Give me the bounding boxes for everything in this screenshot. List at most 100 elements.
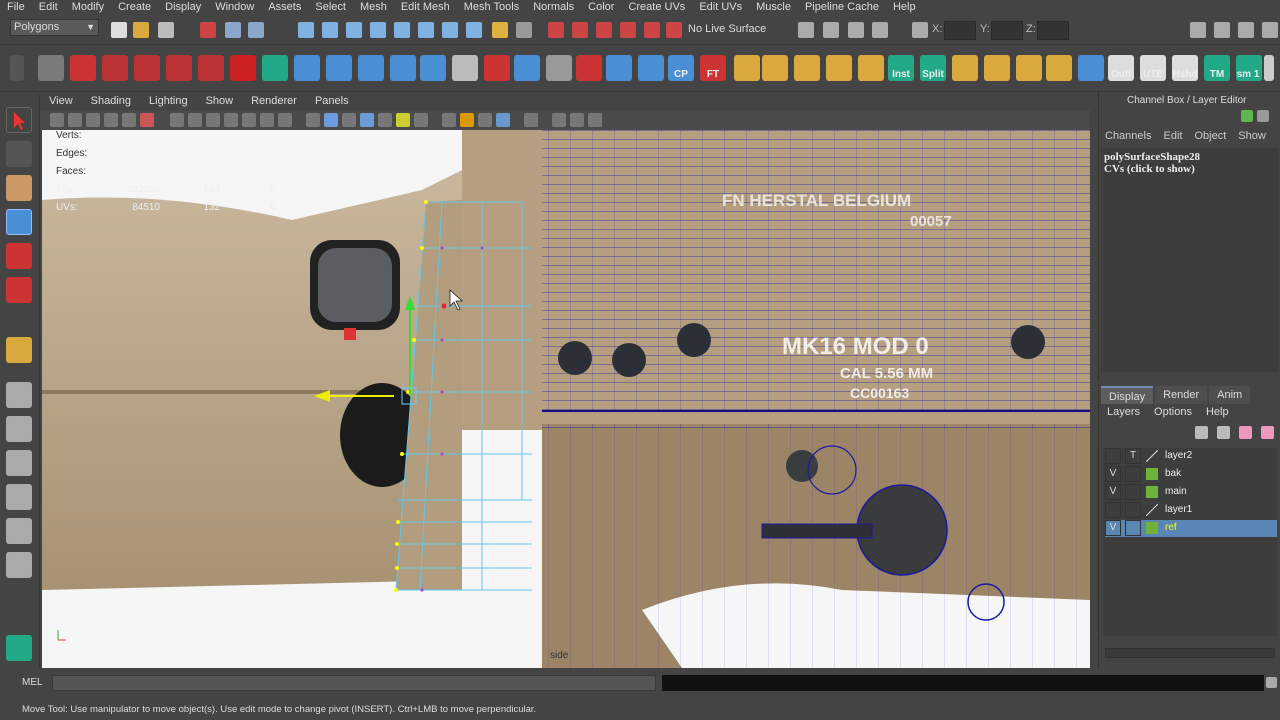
camera-attributes-icon[interactable] — [50, 113, 64, 127]
shelf-tool-23-icon[interactable] — [952, 55, 978, 81]
panel-menu-panels[interactable]: Panels — [306, 95, 358, 107]
shelf-tool-16-icon[interactable] — [606, 55, 632, 81]
shelf-tool-20-icon[interactable] — [794, 55, 820, 81]
attribute-editor-icon[interactable] — [1214, 22, 1230, 38]
panel-menu-shading[interactable]: Shading — [82, 95, 140, 107]
shelf-tool-27-icon[interactable] — [1078, 55, 1104, 81]
menu-display[interactable]: Display — [158, 0, 208, 15]
le-menu-options[interactable]: Options — [1154, 406, 1206, 418]
snap-view-plane-icon[interactable] — [370, 22, 386, 38]
textured-icon[interactable] — [360, 113, 374, 127]
absolute-mode-icon[interactable] — [872, 22, 888, 38]
shelf-tool-2-icon[interactable] — [134, 55, 160, 81]
y-field[interactable] — [991, 21, 1023, 40]
menu-edit[interactable]: Edit — [32, 0, 65, 15]
share-icon[interactable] — [588, 113, 602, 127]
panel-menu-view[interactable]: View — [40, 95, 82, 107]
script-editor-icon[interactable] — [1266, 677, 1277, 688]
new-layer-selected-icon[interactable] — [1261, 426, 1274, 439]
select-object-icon[interactable] — [225, 22, 241, 38]
render-current-icon[interactable] — [548, 22, 564, 38]
make-live-icon[interactable] — [394, 22, 410, 38]
shelf-tool-26-icon[interactable] — [1046, 55, 1072, 81]
shelf-scroll-icon[interactable] — [1264, 55, 1274, 81]
render-globals-icon[interactable] — [644, 22, 660, 38]
render-view-icon[interactable] — [516, 22, 532, 38]
layer-color-swatch[interactable] — [1146, 486, 1158, 498]
cb-menu-channels[interactable]: Channels — [1099, 130, 1157, 142]
highlight-icon[interactable] — [524, 113, 538, 127]
layer-color-swatch[interactable] — [1146, 522, 1158, 534]
shelf-tool-9-icon[interactable] — [390, 55, 416, 81]
ipr-render-icon[interactable] — [572, 22, 588, 38]
viewport-side[interactable]: FN HERSTAL BELGIUM 00057 MK16 MOD 0 CAL … — [42, 130, 1090, 668]
open-scene-icon[interactable] — [133, 22, 149, 38]
safe-action-icon[interactable] — [260, 113, 274, 127]
settings-icon[interactable] — [1257, 110, 1269, 122]
le-menu-layers[interactable]: Layers — [1107, 406, 1154, 418]
shelf-tool-14-icon[interactable] — [546, 55, 572, 81]
resolution-gate-icon[interactable] — [206, 113, 220, 127]
move-layer-down-icon[interactable] — [1217, 426, 1230, 439]
layer-row[interactable]: V main — [1105, 484, 1277, 501]
shelf-tool-8-icon[interactable] — [358, 55, 384, 81]
layer-visibility-toggle[interactable] — [1105, 448, 1121, 464]
layer-row[interactable]: V bak — [1105, 466, 1277, 483]
film-gate-icon[interactable] — [188, 113, 202, 127]
shelf-tool-18-icon[interactable] — [734, 55, 760, 81]
sphere-icon[interactable] — [294, 55, 320, 81]
shelf-tool-5-icon[interactable] — [230, 55, 256, 81]
ssao-icon[interactable] — [414, 113, 428, 127]
lasso-tool-icon[interactable] — [6, 141, 32, 167]
shelf-tool-4-icon[interactable] — [198, 55, 224, 81]
shelf-tool-22-icon[interactable] — [858, 55, 884, 81]
relative-mode-icon[interactable] — [848, 22, 864, 38]
input-ops-icon[interactable] — [418, 22, 434, 38]
menu-window[interactable]: Window — [208, 0, 261, 15]
layer-visibility-toggle[interactable]: V — [1105, 466, 1121, 482]
x-field[interactable] — [944, 21, 976, 40]
move-layer-up-icon[interactable] — [1195, 426, 1208, 439]
layout-outliner-icon[interactable] — [6, 450, 32, 476]
field-chart-icon[interactable] — [242, 113, 256, 127]
construction-history-icon[interactable] — [466, 22, 482, 38]
mode-select[interactable]: Polygons ▼ — [10, 19, 99, 36]
layer-horizontal-scrollbar[interactable] — [1105, 648, 1275, 658]
mel-label[interactable]: MEL — [22, 677, 43, 688]
shelf-tool-13-icon[interactable] — [514, 55, 540, 81]
safe-title-icon[interactable] — [278, 113, 292, 127]
shelf-tool-11-icon[interactable] — [452, 55, 478, 81]
layer-display-type-toggle[interactable] — [1125, 466, 1141, 482]
snap-grid-icon[interactable] — [298, 22, 314, 38]
menu-select[interactable]: Select — [308, 0, 353, 15]
gear-icon[interactable] — [38, 55, 64, 81]
panel-menu-show[interactable]: Show — [197, 95, 243, 107]
wireframe-icon[interactable] — [306, 113, 320, 127]
render-settings-icon[interactable] — [596, 22, 612, 38]
layer-visibility-toggle[interactable] — [1105, 502, 1121, 518]
layer-visibility-toggle[interactable]: V — [1105, 520, 1121, 536]
layer-display-type-toggle[interactable] — [1125, 502, 1141, 518]
frame-all-icon[interactable] — [570, 113, 584, 127]
tab-render[interactable]: Render — [1155, 386, 1208, 404]
panel-menu-lighting[interactable]: Lighting — [140, 95, 197, 107]
menu-file[interactable]: File — [0, 0, 32, 15]
channel-box-icon[interactable] — [1262, 22, 1278, 38]
cb-menu-edit[interactable]: Edit — [1157, 130, 1188, 142]
layer-display-type-toggle[interactable] — [1125, 484, 1141, 500]
xray-icon[interactable] — [442, 113, 456, 127]
2d-pan-icon[interactable] — [104, 113, 118, 127]
camera-lock-icon[interactable] — [552, 113, 566, 127]
layout-uv-icon[interactable] — [6, 552, 32, 578]
rotate-tool-icon[interactable] — [6, 243, 32, 269]
sidebar-toggle-icon[interactable] — [798, 22, 814, 38]
transform-mode-icon[interactable] — [823, 22, 839, 38]
shelf-tool-19-icon[interactable] — [762, 55, 788, 81]
image-plane-icon[interactable] — [86, 113, 100, 127]
help-question-icon[interactable] — [70, 55, 96, 81]
shelf-tool-17-icon[interactable] — [638, 55, 664, 81]
last-tool-icon[interactable] — [6, 337, 32, 363]
shelf-tool-15-icon[interactable] — [576, 55, 602, 81]
layer-row-selected[interactable]: V ref — [1105, 520, 1277, 537]
grease-pencil-red-icon[interactable] — [140, 113, 154, 127]
